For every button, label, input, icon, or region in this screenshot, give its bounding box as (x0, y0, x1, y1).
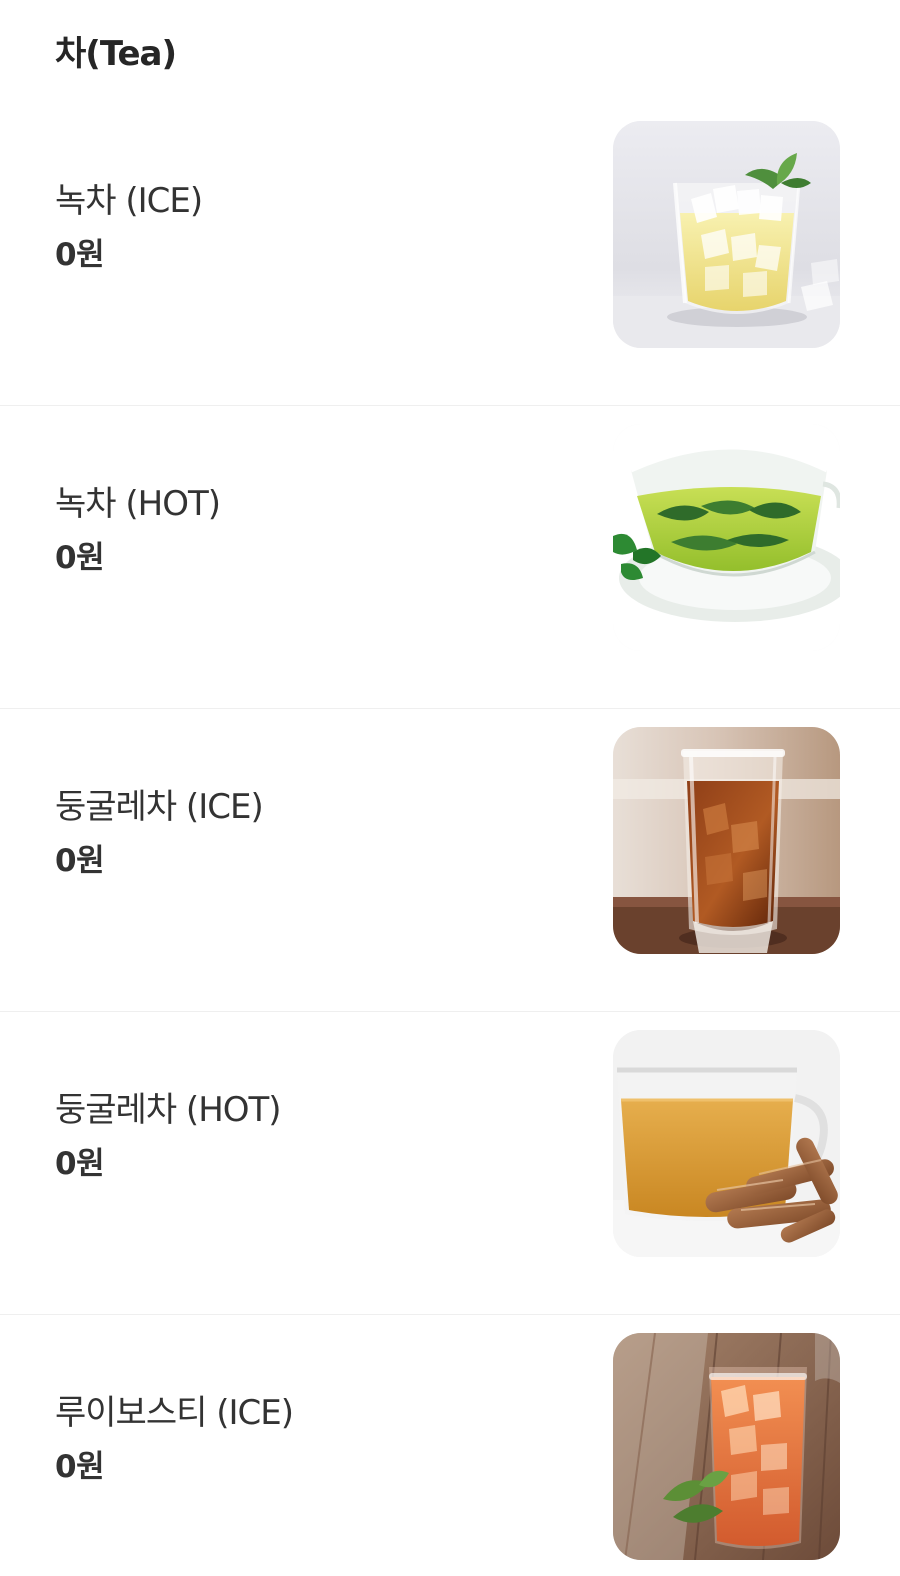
menu-item-solomon-seal-tea-hot[interactable]: 둥굴레차 (HOT) 0원 (0, 1012, 900, 1315)
menu-item-text: 루이보스티 (ICE) 0원 (55, 1389, 575, 1490)
menu-item-name: 루이보스티 (ICE) (55, 1393, 294, 1433)
green-tea-ice-image (613, 121, 840, 348)
menu-item-name: 둥굴레차 (HOT) (55, 1090, 282, 1130)
section-title: 차(Tea) (55, 34, 177, 74)
solomon-seal-tea-hot-image (613, 1030, 840, 1257)
menu-item-price: 0원 (55, 843, 105, 879)
green-tea-hot-image (613, 424, 840, 651)
menu-item-text: 둥굴레차 (HOT) 0원 (55, 1086, 575, 1187)
menu-item-green-tea-hot[interactable]: 녹차 (HOT) 0원 (0, 406, 900, 709)
menu-item-rooibos-tea-ice[interactable]: 루이보스티 (ICE) 0원 (0, 1315, 900, 1576)
menu-item-name: 녹차 (HOT) (55, 484, 221, 524)
rooibos-tea-ice-image (613, 1333, 840, 1560)
menu-item-text: 녹차 (ICE) 0원 (55, 177, 575, 278)
menu-page: 차(Tea) 녹차 (ICE) 0원 녹차 (HOT) 0원 둥굴레차 (ICE… (0, 0, 900, 1576)
menu-item-price: 0원 (55, 237, 105, 273)
menu-list: 녹차 (ICE) 0원 녹차 (HOT) 0원 둥굴레차 (ICE) 0원 둥굴… (0, 103, 900, 1576)
menu-item-price: 0원 (55, 540, 105, 576)
menu-item-price: 0원 (55, 1449, 105, 1485)
menu-item-text: 둥굴레차 (ICE) 0원 (55, 783, 575, 884)
menu-item-name: 둥굴레차 (ICE) (55, 787, 264, 827)
solomon-seal-tea-ice-image (613, 727, 840, 954)
menu-item-solomon-seal-tea-ice[interactable]: 둥굴레차 (ICE) 0원 (0, 709, 900, 1012)
menu-item-text: 녹차 (HOT) 0원 (55, 480, 575, 581)
menu-item-green-tea-ice[interactable]: 녹차 (ICE) 0원 (0, 103, 900, 406)
menu-item-price: 0원 (55, 1146, 105, 1182)
menu-item-name: 녹차 (ICE) (55, 181, 203, 221)
